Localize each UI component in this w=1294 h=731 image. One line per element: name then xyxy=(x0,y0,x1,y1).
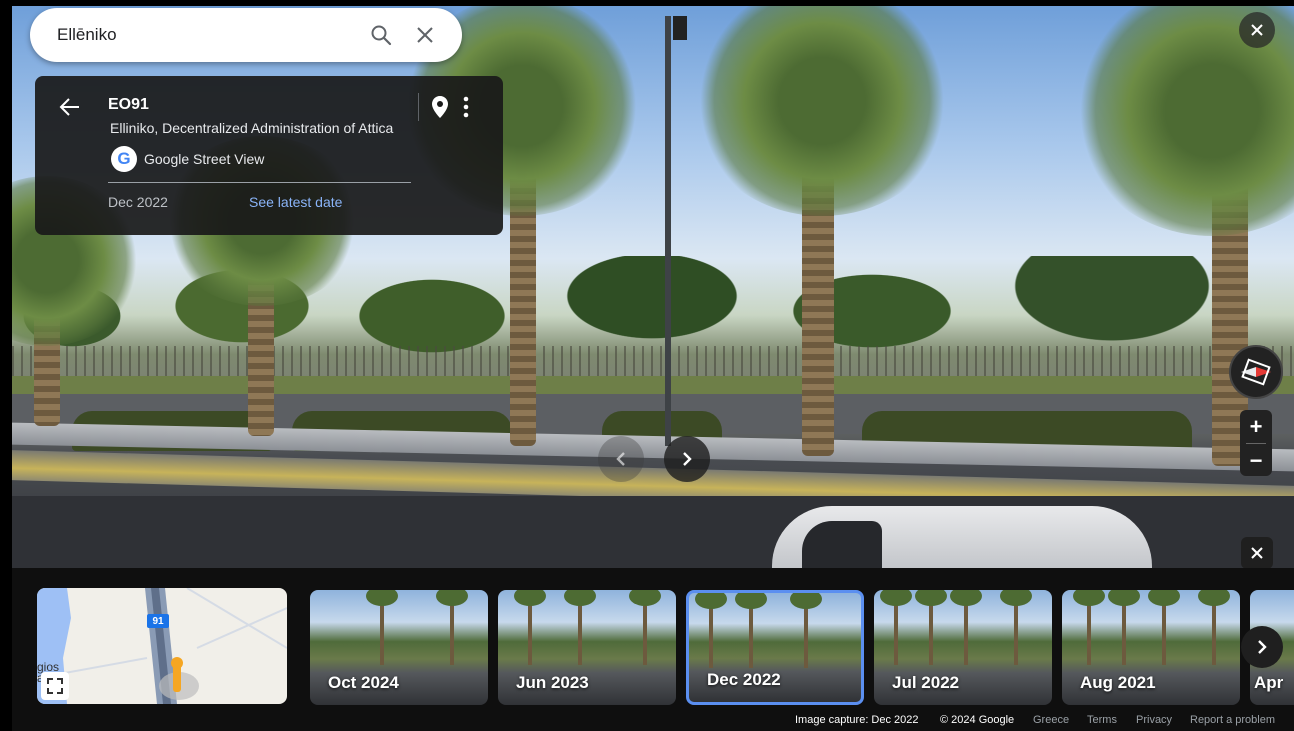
search-icon xyxy=(371,25,392,46)
timeline-date-label: Apr xyxy=(1254,673,1284,692)
thumb-palm xyxy=(1148,590,1180,665)
close-timeline-button[interactable] xyxy=(1241,537,1273,569)
mini-map[interactable]: 91 gios a xyxy=(37,588,287,704)
divider xyxy=(418,93,419,121)
timeline-date-label: Jul 2022 xyxy=(892,673,960,692)
car-window xyxy=(802,521,882,568)
palm-crown xyxy=(692,6,952,216)
fullscreen-icon xyxy=(47,678,63,694)
zoom-control: + − xyxy=(1240,410,1272,476)
timeline-thumbnail[interactable]: Jun 2023 xyxy=(498,590,676,705)
country-link[interactable]: Greece xyxy=(1033,714,1069,726)
thumb-palm xyxy=(436,590,468,665)
google-logo-letter: G xyxy=(117,149,131,168)
thumb-palm xyxy=(514,590,546,665)
thumb-palm xyxy=(1108,590,1140,665)
close-icon xyxy=(1251,547,1263,559)
street-lamp-head xyxy=(673,16,687,40)
imagery-source: Google Street View xyxy=(144,151,265,167)
timeline-thumbnail[interactable]: Oct 2024 xyxy=(310,590,488,705)
search-input[interactable] xyxy=(57,25,347,45)
street-lamp-pole xyxy=(665,16,671,446)
card-divider xyxy=(108,182,411,183)
thumb-palm xyxy=(735,593,767,668)
thumb-palm xyxy=(366,590,398,665)
close-icon xyxy=(417,27,433,43)
compass[interactable] xyxy=(1229,345,1283,399)
thumb-palm xyxy=(1000,590,1032,665)
zoom-out-button[interactable]: − xyxy=(1240,444,1272,477)
expand-map-button[interactable] xyxy=(41,672,69,700)
thumb-palm xyxy=(915,590,947,665)
thumb-palm xyxy=(564,590,596,665)
timeline-thumbnail-selected[interactable]: Dec 2022 xyxy=(686,590,864,705)
thumb-palm xyxy=(880,590,912,665)
search-box xyxy=(30,8,462,62)
timeline-next-button[interactable] xyxy=(1241,626,1283,668)
timeline-date-label: Jun 2023 xyxy=(516,673,589,692)
road-shield: 91 xyxy=(147,614,169,628)
clear-search-button[interactable] xyxy=(403,13,447,57)
close-street-view-button[interactable] xyxy=(1239,12,1275,48)
thumb-palm xyxy=(1198,590,1230,665)
grass-strip xyxy=(12,376,1294,394)
more-options-icon[interactable] xyxy=(456,94,476,120)
thumb-palm xyxy=(790,593,822,668)
thumb-palm xyxy=(629,590,661,665)
location-title: EO91 xyxy=(108,96,149,113)
copyright-label: © 2024 Google xyxy=(940,714,1015,726)
map-graphic xyxy=(37,588,287,704)
chevron-right-icon xyxy=(683,452,692,466)
timeline-thumbnail[interactable]: Aug 2021 xyxy=(1062,590,1240,705)
thumb-palm xyxy=(950,590,982,665)
timeline-date-label: Oct 2024 xyxy=(328,673,399,692)
move-back-arrow[interactable] xyxy=(598,436,644,482)
zoom-in-button[interactable]: + xyxy=(1240,410,1272,443)
move-forward-arrow[interactable] xyxy=(664,436,710,482)
location-pin-icon[interactable] xyxy=(429,94,451,120)
see-latest-date-link[interactable]: See latest date xyxy=(249,194,342,210)
timeline-thumbnail[interactable]: Jul 2022 xyxy=(874,590,1052,705)
location-info-card: EO91 Elliniko, Decentralized Administrat… xyxy=(35,76,503,235)
compass-needle-icon xyxy=(1241,358,1271,386)
timeline-date-label: Dec 2022 xyxy=(707,670,781,689)
privacy-link[interactable]: Privacy xyxy=(1136,714,1172,726)
search-button[interactable] xyxy=(359,13,403,57)
capture-date: Dec 2022 xyxy=(108,194,168,210)
back-arrow-icon[interactable] xyxy=(57,94,83,120)
fence xyxy=(12,346,1294,380)
report-problem-link[interactable]: Report a problem xyxy=(1190,714,1275,726)
chevron-right-icon xyxy=(1258,640,1267,654)
google-logo-icon: G xyxy=(111,146,137,172)
thumb-palm xyxy=(1073,590,1105,665)
terms-link[interactable]: Terms xyxy=(1087,714,1117,726)
chevron-left-icon xyxy=(616,452,625,466)
thumb-palm xyxy=(695,593,727,668)
close-icon xyxy=(1251,24,1263,36)
timeline-date-label: Aug 2021 xyxy=(1080,673,1156,692)
image-capture-label: Image capture: Dec 2022 xyxy=(795,714,919,726)
location-address: Elliniko, Decentralized Administration o… xyxy=(110,120,394,136)
